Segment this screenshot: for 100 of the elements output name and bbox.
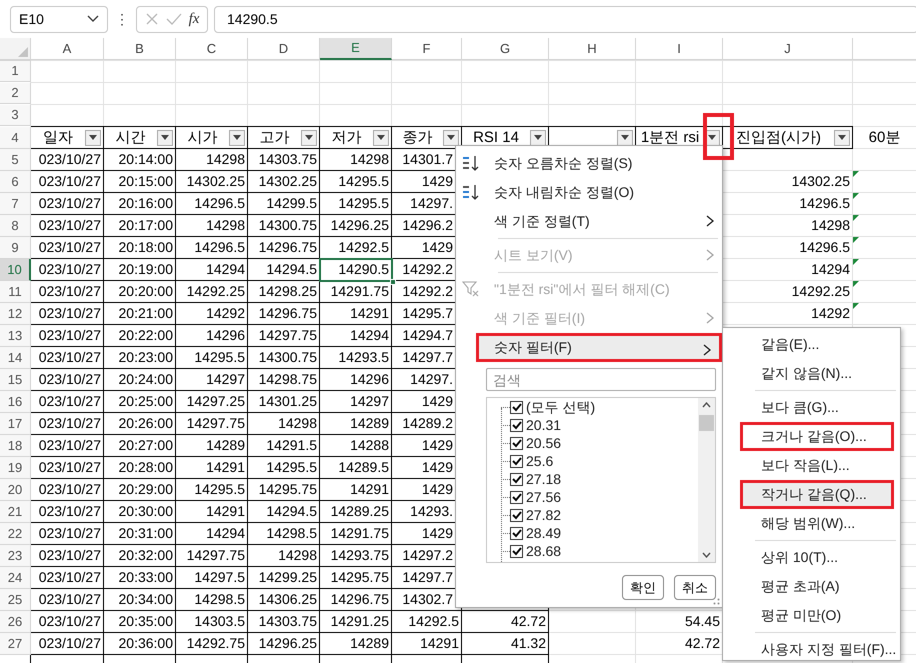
- column-title: 종가: [402, 128, 434, 148]
- row-header[interactable]: 19: [0, 457, 31, 478]
- filter-dropdown-button[interactable]: [530, 130, 546, 146]
- row-header[interactable]: 9: [0, 237, 31, 258]
- row-header[interactable]: 16: [0, 391, 31, 412]
- menu-item[interactable]: 색 기준 정렬(T): [456, 207, 722, 236]
- row-header[interactable]: 15: [0, 369, 31, 390]
- name-box[interactable]: E10: [10, 6, 108, 32]
- row-header[interactable]: 1: [0, 61, 31, 82]
- checkbox[interactable]: [510, 490, 523, 504]
- table-cell-text: 42.72: [684, 634, 721, 653]
- filter-clear-icon: [462, 280, 480, 298]
- function-button[interactable]: fx: [188, 8, 200, 30]
- menu-item[interactable]: 보다 작음(L)...: [723, 451, 900, 480]
- filter-dropdown-button[interactable]: [834, 130, 850, 146]
- menu-item[interactable]: 해당 범위(W)...: [723, 509, 900, 538]
- checkbox[interactable]: [510, 544, 523, 558]
- table-cell-text: 023/10/27: [38, 348, 102, 367]
- table-cell-text: 14294.5: [265, 260, 318, 279]
- fill-handle[interactable]: [390, 278, 396, 284]
- row-header[interactable]: 18: [0, 435, 31, 456]
- menu-item[interactable]: 사용자 지정 필터(F)...: [723, 635, 900, 663]
- column-header[interactable]: A: [31, 38, 104, 60]
- column-header[interactable]: F: [392, 38, 462, 60]
- column-header[interactable]: C: [176, 38, 248, 60]
- column-header[interactable]: G: [462, 38, 549, 60]
- menu-item[interactable]: 같지 않음(N)...: [723, 359, 900, 388]
- row-header[interactable]: 25: [0, 589, 31, 610]
- formula-field[interactable]: 14290.5: [214, 6, 916, 32]
- column-header[interactable]: H: [549, 38, 636, 60]
- filter-dropdown-button[interactable]: [157, 130, 173, 146]
- column-header[interactable]: J: [723, 38, 853, 60]
- row-header[interactable]: 27: [0, 633, 31, 654]
- column-title: 고가: [258, 128, 290, 148]
- row-header[interactable]: 14: [0, 347, 31, 368]
- row-header[interactable]: 10: [0, 259, 31, 280]
- row-header[interactable]: 8: [0, 215, 31, 236]
- column-header[interactable]: E: [320, 38, 392, 60]
- row-header[interactable]: 21: [0, 501, 31, 522]
- menu-item[interactable]: 같음(E)...: [723, 330, 900, 359]
- row-header[interactable]: 23: [0, 545, 31, 566]
- table-cell-text: 023/10/27: [38, 590, 102, 609]
- filter-dropdown-button[interactable]: [373, 130, 389, 146]
- menu-item[interactable]: 평균 미만(O): [723, 601, 900, 630]
- table-cell-text: 14298.25: [258, 282, 318, 301]
- table-cell-text: 023/10/27: [38, 150, 102, 169]
- table-cell-text: 20:14:00: [118, 150, 174, 169]
- column-header[interactable]: I: [636, 38, 723, 60]
- row-header[interactable]: 13: [0, 325, 31, 346]
- row-header[interactable]: 4: [0, 127, 31, 148]
- menu-item[interactable]: 상위 10(T)...: [723, 543, 900, 572]
- row-header[interactable]: 12: [0, 303, 31, 324]
- column-title: 1분전 rsi: [640, 128, 700, 148]
- dialog-button[interactable]: 취소: [674, 575, 716, 600]
- table-cell-text: 14296.25: [258, 634, 318, 653]
- row-header[interactable]: 2: [0, 83, 31, 104]
- checkbox[interactable]: [510, 400, 523, 414]
- menu-item[interactable]: 숫자 오름차순 정렬(S): [456, 149, 722, 178]
- row-header[interactable]: 17: [0, 413, 31, 434]
- row-header[interactable]: 22: [0, 523, 31, 544]
- row-header[interactable]: 24: [0, 567, 31, 588]
- menu-item[interactable]: 평균 초과(A): [723, 572, 900, 601]
- row-header[interactable]: 20: [0, 479, 31, 500]
- row-header[interactable]: 3: [0, 105, 31, 126]
- menu-item[interactable]: 숫자 내림차순 정렬(O): [456, 178, 722, 207]
- table-cell-text: 14298: [277, 414, 318, 433]
- menu-item[interactable]: 보다 큼(G)...: [723, 393, 900, 422]
- menu-item[interactable]: 작거나 같음(Q)...: [740, 480, 894, 509]
- menu-item[interactable]: 숫자 필터(F): [476, 333, 722, 362]
- column-header[interactable]: D: [248, 38, 320, 60]
- table-cell-text: 41.32: [510, 634, 547, 653]
- checkbox[interactable]: [510, 418, 523, 432]
- dialog-button[interactable]: 확인: [622, 575, 664, 600]
- caret-icon: [89, 135, 97, 140]
- menu-item[interactable]: 크거나 같음(O)...: [740, 422, 894, 451]
- filter-dropdown-button[interactable]: [229, 130, 245, 146]
- filter-dropdown-button[interactable]: [617, 130, 633, 146]
- checkbox[interactable]: [510, 472, 523, 486]
- row-header[interactable]: 6: [0, 171, 31, 192]
- row-header[interactable]: 26: [0, 611, 31, 632]
- table-cell-text: 14297.5: [193, 568, 246, 587]
- row-header[interactable]: 11: [0, 281, 31, 302]
- checkbox[interactable]: [510, 436, 523, 450]
- checkbox[interactable]: [510, 526, 523, 540]
- row-header[interactable]: 7: [0, 193, 31, 214]
- table-cell-text: 20:32:00: [118, 546, 174, 565]
- scrollbar-thumb[interactable]: [699, 415, 714, 431]
- row-header[interactable]: 5: [0, 149, 31, 170]
- checkbox[interactable]: [510, 454, 523, 468]
- checkbox[interactable]: [510, 508, 523, 522]
- error-indicator-icon: [853, 237, 859, 243]
- search-field[interactable]: 검색: [486, 368, 716, 391]
- scrollbar[interactable]: [698, 398, 715, 562]
- column-header[interactable]: B: [104, 38, 176, 60]
- filter-dropdown-button[interactable]: [301, 130, 317, 146]
- caret-icon: [708, 135, 716, 140]
- more-button[interactable]: ⋮: [114, 8, 130, 30]
- filter-dropdown-button[interactable]: [443, 130, 459, 146]
- sort-ascending-icon: [462, 154, 480, 172]
- filter-dropdown-button[interactable]: [85, 130, 101, 146]
